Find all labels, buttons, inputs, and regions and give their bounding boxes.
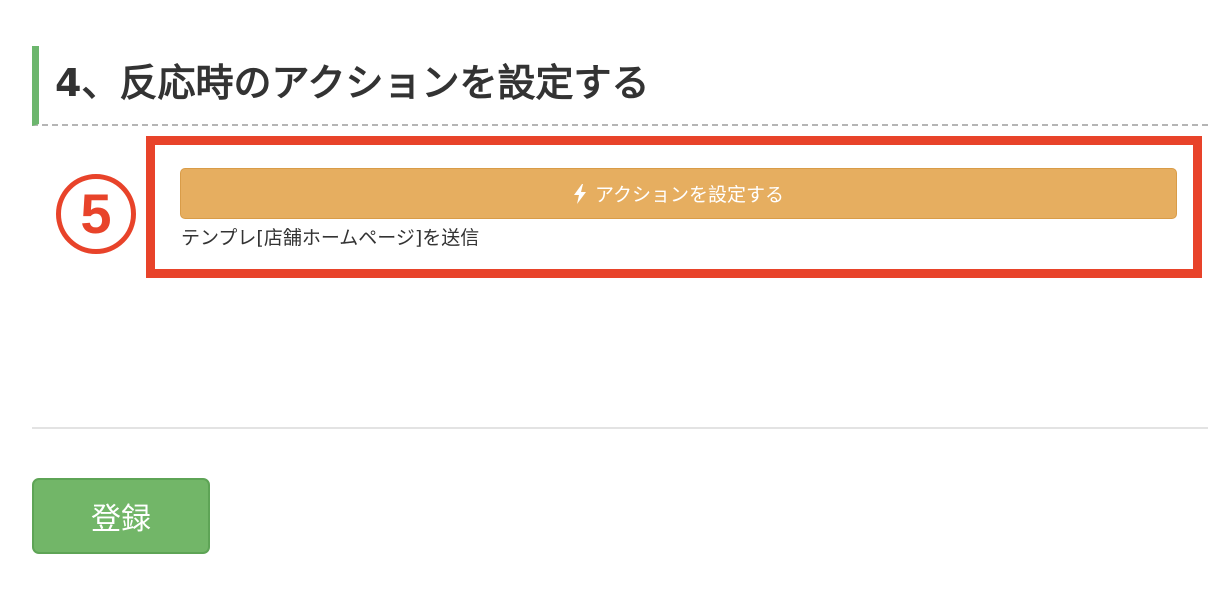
- section-header: 4、反応時のアクションを設定する: [32, 46, 1208, 126]
- register-button[interactable]: 登録: [32, 478, 210, 554]
- set-action-button-label: アクションを設定する: [594, 184, 785, 206]
- set-action-button[interactable]: アクションを設定する: [180, 168, 1177, 219]
- lightning-bolt-icon: [573, 183, 587, 204]
- divider: [32, 427, 1208, 429]
- step-number-marker: 5: [56, 174, 136, 254]
- section-title: 4、反応時のアクションを設定する: [55, 61, 650, 105]
- action-summary: テンプレ[店舗ホームページ]を送信: [181, 227, 480, 249]
